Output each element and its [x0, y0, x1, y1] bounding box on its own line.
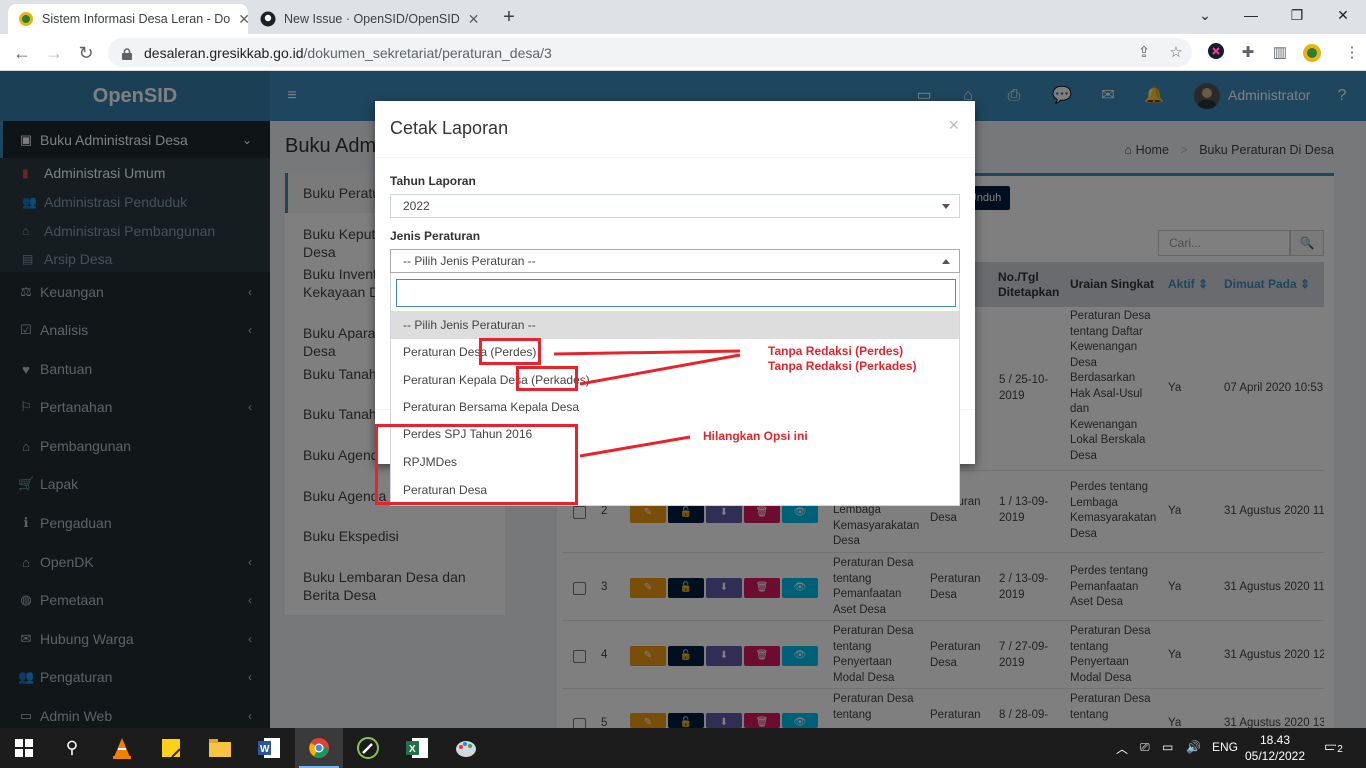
- browser-menu-icon[interactable]: ⋮: [1342, 43, 1362, 63]
- extension-x-icon[interactable]: [1206, 43, 1226, 63]
- svg-text:W: W: [260, 744, 270, 755]
- chrome-icon[interactable]: [295, 728, 343, 768]
- url-path: /dokumen_sekretariat/peraturan_desa/3: [303, 44, 552, 61]
- new-tab-button[interactable]: +: [496, 6, 522, 30]
- tab-close-icon[interactable]: ✕: [460, 11, 480, 28]
- clock[interactable]: 18.43 05/12/2022: [1240, 732, 1310, 764]
- battery-icon[interactable]: ▭: [1162, 740, 1173, 754]
- meet-icon[interactable]: ⎚: [1140, 740, 1150, 755]
- close-window-icon[interactable]: ✕: [1320, 0, 1366, 30]
- bookmark-star-icon[interactable]: ☆: [1166, 43, 1186, 63]
- tab-close-icon[interactable]: ✕: [230, 11, 248, 28]
- maximize-icon[interactable]: ❐: [1274, 0, 1320, 30]
- address-bar[interactable]: desaleran.gresikkab.go.id/dokumen_sekret…: [108, 38, 1192, 67]
- tahun-select[interactable]: 2022: [390, 194, 960, 218]
- profile-avatar-icon[interactable]: [1302, 43, 1322, 63]
- jenis-select[interactable]: -- Pilih Jenis Peraturan --: [390, 249, 960, 273]
- file-explorer-icon[interactable]: [196, 728, 244, 768]
- notification-icon[interactable]: ▭ 2: [1324, 738, 1346, 758]
- tab-search-icon[interactable]: ⌄: [1182, 0, 1228, 30]
- reload-icon[interactable]: ↻: [73, 40, 99, 66]
- tray-expand-icon[interactable]: ︿: [1116, 740, 1128, 757]
- vlc-icon[interactable]: [98, 728, 146, 768]
- annotation-hilangkan: Hilangkan Opsi ini: [703, 429, 808, 443]
- back-icon[interactable]: ←: [9, 40, 35, 66]
- url-host: desaleran.gresikkab.go.id: [144, 44, 304, 61]
- side-panel-icon[interactable]: ▥: [1270, 43, 1290, 63]
- dropdown-option[interactable]: -- Pilih Jenis Peraturan --: [391, 311, 959, 339]
- svg-text:X: X: [409, 744, 416, 755]
- jenis-label: Jenis Peraturan: [390, 229, 481, 243]
- browser-toolbar: ← → ↻ desaleran.gresikkab.go.id/dokumen_…: [0, 34, 1366, 71]
- annotation-redaksi-perdes: Tanpa Redaksi (Perdes): [768, 344, 904, 358]
- language-indicator[interactable]: ENG: [1212, 740, 1238, 754]
- sticky-notes-icon[interactable]: [147, 728, 195, 768]
- dropdown-search-input[interactable]: [396, 279, 956, 307]
- clock-date: 05/12/2022: [1244, 749, 1306, 763]
- paint-icon[interactable]: [442, 728, 490, 768]
- inkscape-icon[interactable]: [344, 728, 392, 768]
- tahun-label: Tahun Laporan: [390, 174, 476, 188]
- forward-icon[interactable]: →: [41, 40, 67, 66]
- tab-title: Sistem Informasi Desa Leran - Do: [42, 12, 231, 26]
- clock-time: 18.43: [1259, 733, 1291, 747]
- minimize-icon[interactable]: —: [1228, 0, 1274, 30]
- site-favicon-icon: [18, 11, 34, 27]
- modal-divider: [375, 157, 975, 158]
- close-icon[interactable]: ×: [948, 115, 959, 136]
- tab-title: New Issue · OpenSID/OpenSID: [284, 12, 460, 26]
- browser-tab-active[interactable]: Sistem Informasi Desa Leran - Do ✕: [8, 4, 248, 34]
- excel-icon[interactable]: X: [393, 728, 441, 768]
- browser-tab-github[interactable]: New Issue · OpenSID/OpenSID ✕: [250, 4, 488, 34]
- lock-icon: [122, 47, 132, 60]
- modal-title: Cetak Laporan: [390, 118, 509, 138]
- tahun-value: 2022: [403, 199, 430, 213]
- jenis-value: -- Pilih Jenis Peraturan --: [403, 254, 536, 268]
- browser-tab-bar: Sistem Informasi Desa Leran - Do ✕ New I…: [0, 0, 1366, 34]
- share-icon[interactable]: ⇪: [1134, 43, 1154, 63]
- volume-icon[interactable]: 🔊: [1186, 740, 1201, 754]
- notification-count: 2: [1334, 744, 1346, 755]
- windows-taskbar: ⚲ W X ︿ ⎚ ▭ 🔊 ENG 18.43 05/12/2022 ▭ 2: [0, 728, 1366, 768]
- search-icon[interactable]: ⚲: [48, 728, 96, 768]
- extensions-puzzle-icon[interactable]: ✚: [1238, 43, 1258, 63]
- annotation-redaksi-perkades: Tanpa Redaksi (Perkades): [768, 359, 917, 373]
- word-icon[interactable]: W: [245, 728, 293, 768]
- caret-up-icon: [942, 259, 950, 264]
- caret-down-icon: [942, 204, 950, 209]
- github-icon: [260, 11, 276, 27]
- annotation-box-perdes: [479, 338, 541, 365]
- windows-start-icon[interactable]: [0, 728, 48, 768]
